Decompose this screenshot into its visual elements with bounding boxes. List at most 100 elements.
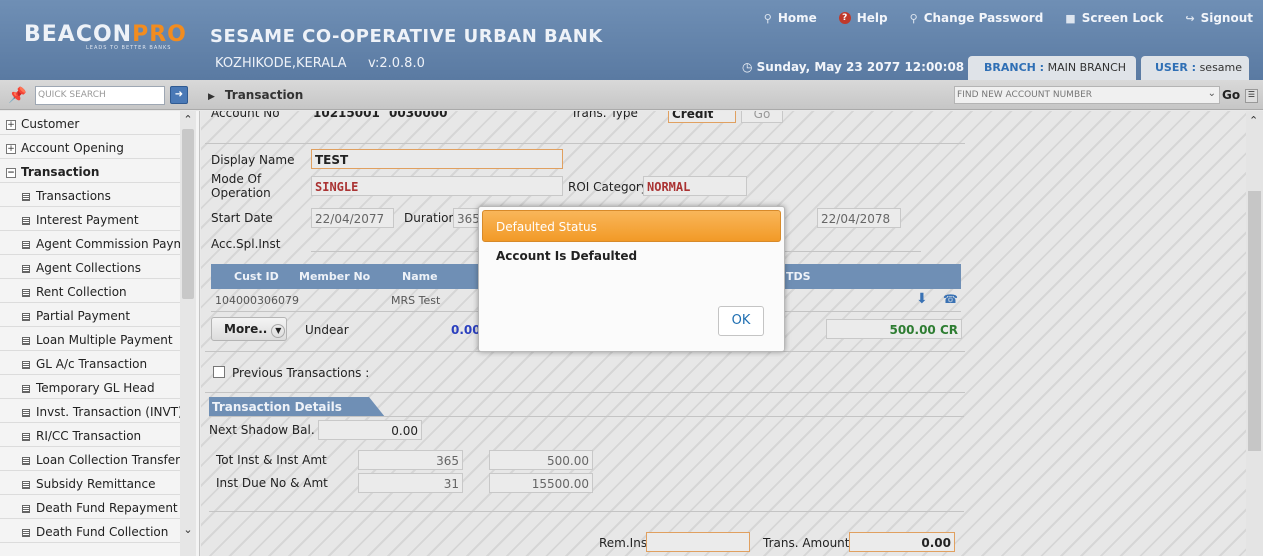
scroll-up-icon[interactable]: ⌃ <box>182 113 194 126</box>
more-button[interactable]: More.. ▼ <box>211 317 287 341</box>
roi-field[interactable]: NORMAL <box>643 176 747 196</box>
sidebar-item[interactable]: + Customer <box>0 111 180 135</box>
inst-due-label: Inst Due No & Amt <box>216 476 328 490</box>
mode-label: Mode Of Operation <box>211 172 271 200</box>
balance-field: 500.00 CR <box>826 319 962 339</box>
list-bullet-icon <box>22 312 30 321</box>
undear-value: 0.00 <box>451 323 481 337</box>
branch-tab[interactable]: BRANCH : MAIN BRANCH <box>968 56 1136 80</box>
list-bullet-icon <box>22 216 30 225</box>
help-icon: ? <box>838 12 851 24</box>
sidebar-item[interactable]: Death Fund Repayment <box>0 495 180 519</box>
sidebar-item[interactable]: Agent Collections <box>0 255 180 279</box>
sidebar-item[interactable]: GL A/c Transaction <box>0 351 180 375</box>
sidebar-item[interactable]: Invst. Transaction (INVT) <box>0 399 180 423</box>
list-bullet-icon <box>22 432 30 441</box>
divider <box>205 392 965 393</box>
collapse-icon[interactable]: ☰ <box>1245 89 1258 103</box>
bank-name: SESAME CO-OPERATIVE URBAN BANK <box>210 26 603 47</box>
change-password-link[interactable]: ⚲ Change Password <box>910 11 1044 25</box>
dialog-title: Defaulted Status <box>482 210 781 242</box>
main-scrollbar[interactable]: ⌃ <box>1246 111 1263 556</box>
sidebar-item-label: Subsidy Remittance <box>36 477 156 491</box>
previous-transactions-label: Previous Transactions : <box>232 366 370 380</box>
sidebar-item-label: Death Fund Collection <box>36 525 169 539</box>
quick-search-button[interactable]: ➜ <box>170 86 188 104</box>
trans-type-select[interactable]: Credit <box>668 111 736 123</box>
bank-location: KOZHIKODE,KERALA <box>215 56 347 71</box>
sidebar-item-label: RI/CC Transaction <box>36 429 142 443</box>
roi-label: ROI Category <box>568 180 648 194</box>
sidebar-item[interactable]: Partial Payment <box>0 303 180 327</box>
list-bullet-icon <box>22 264 30 273</box>
main-scroll-thumb[interactable] <box>1248 191 1261 451</box>
start-date-field[interactable]: 22/04/2077 <box>311 208 394 228</box>
inst-due-no-field: 31 <box>358 473 463 493</box>
account-number-search[interactable]: FIND NEW ACCOUNT NUMBER ⌄ <box>954 86 1220 104</box>
sidebar-item-label: Transactions <box>36 189 111 203</box>
trans-go-button[interactable]: Go <box>741 111 783 123</box>
user-tab[interactable]: USER : sesame <box>1141 56 1249 80</box>
col-tds: TDS <box>786 270 811 283</box>
sidebar-item-label: Interest Payment <box>36 213 139 227</box>
help-link[interactable]: ? Help <box>838 11 888 25</box>
previous-transactions-checkbox[interactable] <box>213 366 225 378</box>
screen-lock-link[interactable]: ■ Screen Lock <box>1065 11 1163 25</box>
sidebar-item[interactable]: Subsidy Remittance <box>0 471 180 495</box>
sidebar-item[interactable]: − Transaction <box>0 159 180 183</box>
expand-icon[interactable]: + <box>6 143 16 154</box>
download-icon[interactable]: ⬇ <box>916 291 928 307</box>
display-name-field[interactable]: TEST <box>311 149 563 169</box>
list-bullet-icon <box>22 480 30 489</box>
sidebar-item[interactable]: Death Fund Collection <box>0 519 180 543</box>
ok-button[interactable]: OK <box>718 306 764 336</box>
sidebar-item-label: Customer <box>21 117 80 131</box>
current-datetime: ◷ Sunday, May 23 2077 12:00:08 PM <box>742 60 990 74</box>
trans-type-label: Trans. Type <box>571 111 638 120</box>
list-bullet-icon <box>22 528 30 537</box>
col-cust-id: Cust ID <box>234 270 279 283</box>
rem-inst-field[interactable] <box>646 532 750 552</box>
sidebar-item-label: Invst. Transaction (INVT) <box>36 405 180 419</box>
expand-icon[interactable]: + <box>6 119 16 130</box>
col-member-no: Member No <box>299 270 371 283</box>
pin-icon[interactable]: 📌 <box>8 86 27 104</box>
next-shadow-bal-label: Next Shadow Bal. <box>209 423 315 437</box>
sidebar-item-label: Partial Payment <box>36 309 131 323</box>
phone-icon[interactable]: ☎ <box>943 292 958 306</box>
home-link[interactable]: ⚲ Home <box>764 11 817 25</box>
start-date-label: Start Date <box>211 211 273 225</box>
sidebar-item[interactable]: Rent Collection <box>0 279 180 303</box>
quick-search-input[interactable]: QUICK SEARCH <box>35 86 165 105</box>
list-bullet-icon <box>22 504 30 513</box>
breadcrumb: ▶ Transaction <box>208 88 304 102</box>
defaulted-status-dialog: Defaulted Status Account Is Defaulted OK <box>478 206 785 352</box>
mode-field[interactable]: SINGLE <box>311 176 563 196</box>
sidebar-scroll-thumb[interactable] <box>182 129 194 299</box>
sidebar-scrollbar[interactable]: ⌃ ⌄ <box>180 111 196 556</box>
scroll-up-icon[interactable]: ⌃ <box>1249 114 1258 127</box>
sidebar-item-label: Loan Multiple Payment <box>36 333 173 347</box>
sidebar-item[interactable]: RI/CC Transaction <box>0 423 180 447</box>
scroll-down-icon[interactable]: ⌄ <box>182 523 194 536</box>
cell-cust-id: 104000306079 <box>215 294 299 307</box>
divider <box>205 143 965 144</box>
sidebar-item[interactable]: + Account Opening <box>0 135 180 159</box>
go-button[interactable]: Go <box>1222 88 1240 102</box>
account-no-2[interactable]: 0030000 <box>389 111 447 120</box>
account-no-1[interactable]: 10215001 <box>313 111 380 120</box>
sidebar-item[interactable]: Interest Payment <box>0 207 180 231</box>
sidebar-item[interactable]: Agent Commission Payment <box>0 231 180 255</box>
collapse-icon[interactable]: − <box>6 167 16 178</box>
trans-amount-field[interactable]: 0.00 <box>849 532 955 552</box>
sidebar-item[interactable]: Loan Collection Transfer <box>0 447 180 471</box>
signout-link[interactable]: ↪ Signout <box>1185 11 1253 25</box>
end-date-field[interactable]: 22/04/2078 <box>817 208 901 228</box>
sidebar-item[interactable]: Temporary GL Head <box>0 375 180 399</box>
inst-due-amt-field: 15500.00 <box>489 473 593 493</box>
list-bullet-icon <box>22 240 30 249</box>
sidebar-item[interactable]: Loan Multiple Payment <box>0 327 180 351</box>
next-shadow-bal-field: 0.00 <box>318 420 422 440</box>
sidebar-item[interactable]: Transactions <box>0 183 180 207</box>
divider <box>209 416 964 417</box>
